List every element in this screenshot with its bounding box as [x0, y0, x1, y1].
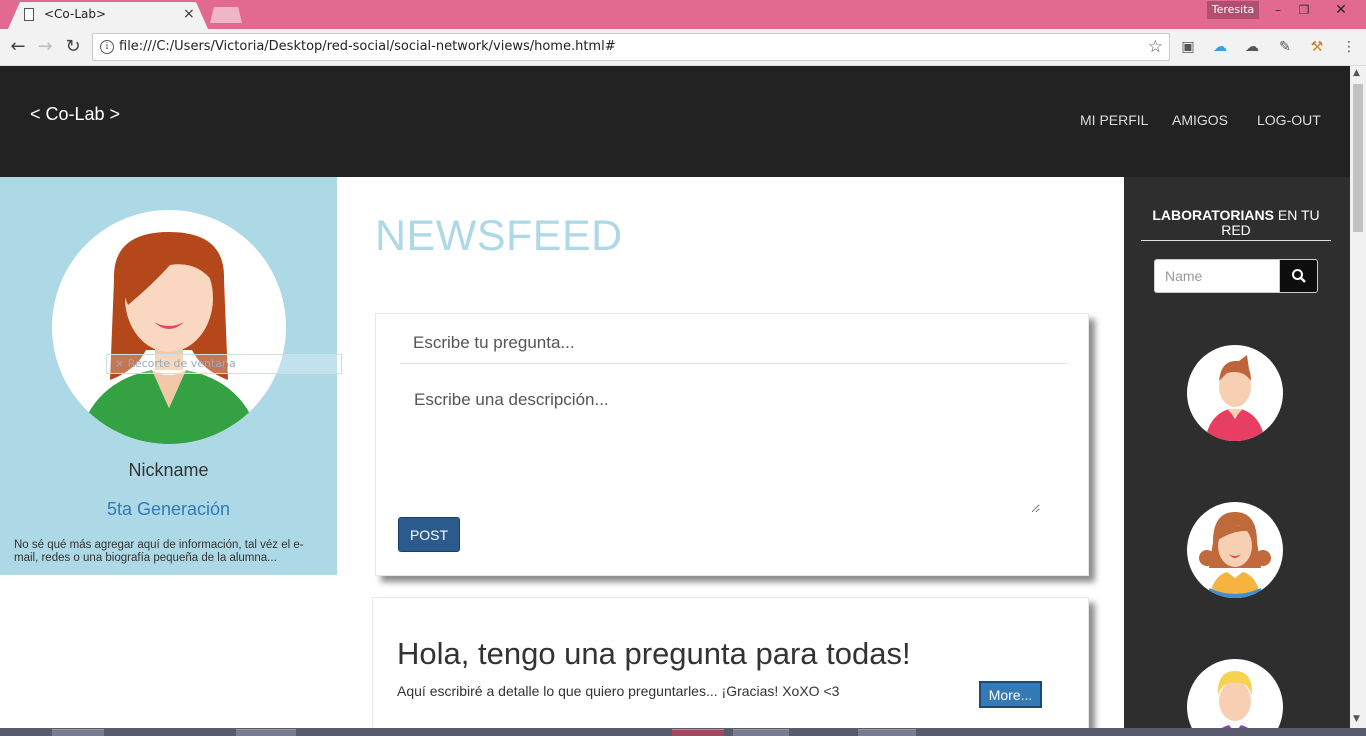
- taskbar-item[interactable]: [733, 729, 789, 736]
- snip-overlay-label: × Recorte de ventana: [106, 354, 342, 374]
- new-post-form: POST: [375, 313, 1089, 576]
- friend-search-input[interactable]: [1154, 259, 1279, 293]
- friend-avatar[interactable]: [1187, 502, 1283, 598]
- woman-avatar-icon: [84, 232, 254, 444]
- scrollbar-thumb[interactable]: [1353, 84, 1363, 232]
- url-text[interactable]: file:///C:/Users/Victoria/Desktop/red-so…: [119, 39, 616, 54]
- taskbar-item[interactable]: [858, 729, 916, 736]
- blonde-avatar-icon: [1217, 671, 1253, 728]
- friend-avatar[interactable]: [1187, 345, 1283, 441]
- nav-amigos[interactable]: AMIGOS: [1172, 112, 1228, 128]
- taskbar-item[interactable]: [672, 729, 724, 736]
- scroll-down-icon[interactable]: ▼: [1353, 714, 1360, 724]
- network-title: LABORATORIANS EN TU RED: [1141, 208, 1331, 238]
- question-input[interactable]: [400, 322, 1068, 364]
- description-textarea[interactable]: [400, 378, 1040, 513]
- browser-tab[interactable]: [8, 2, 208, 29]
- extension-cloud-dark-icon[interactable]: ☁: [1243, 38, 1261, 56]
- profile-generation[interactable]: 5ta Generación: [0, 499, 337, 520]
- restore-button[interactable]: ❐: [1291, 0, 1317, 20]
- girl-avatar-icon: [1199, 512, 1271, 598]
- search-icon: [1291, 268, 1306, 283]
- document-icon: [24, 8, 34, 21]
- forward-icon[interactable]: →: [35, 37, 55, 57]
- nav-mi-perfil[interactable]: MI PERFIL: [1080, 112, 1148, 128]
- browser-profile-name[interactable]: Teresita: [1207, 1, 1259, 19]
- address-bar[interactable]: i file:///C:/Users/Victoria/Desktop/red-…: [92, 33, 1170, 61]
- network-panel: LABORATORIANS EN TU RED: [1124, 177, 1350, 728]
- browser-tab-strip: <Co-Lab> × Teresita – ❐ ✕: [0, 0, 1366, 29]
- back-icon[interactable]: ←: [8, 37, 28, 57]
- boy-avatar-icon: [1205, 355, 1265, 441]
- post-body: Aquí escribiré a detalle lo que quiero p…: [397, 683, 840, 699]
- close-window-button[interactable]: ✕: [1318, 0, 1364, 20]
- bookmark-star-icon[interactable]: ☆: [1148, 37, 1163, 57]
- network-title-bold: LABORATORIANS: [1152, 207, 1274, 223]
- post-title: Hola, tengo una pregunta para todas!: [397, 636, 911, 671]
- taskbar-item[interactable]: [236, 729, 296, 736]
- new-tab-button[interactable]: [210, 7, 242, 23]
- user-avatar: [52, 210, 286, 444]
- extension-cast-icon[interactable]: ▣: [1179, 38, 1197, 56]
- profile-nickname: Nickname: [128, 460, 209, 480]
- minimize-button[interactable]: –: [1265, 0, 1291, 20]
- divider: [1141, 240, 1331, 241]
- tab-title: <Co-Lab>: [44, 7, 107, 21]
- profile-bio: No sé qué más agregar aquí de informació…: [14, 539, 304, 564]
- extension-eyedropper-icon[interactable]: ✎: [1276, 38, 1294, 56]
- browser-toolbar: ← → ↻ i file:///C:/Users/Victoria/Deskto…: [0, 29, 1366, 66]
- site-brand[interactable]: < Co-Lab >: [30, 104, 120, 125]
- reload-icon[interactable]: ↻: [63, 37, 83, 57]
- profile-panel: × Recorte de ventana Nickname 5ta Genera…: [0, 177, 342, 575]
- extension-hammer-icon[interactable]: ⚒: [1308, 38, 1326, 56]
- scroll-up-icon[interactable]: ▲: [1353, 68, 1360, 78]
- more-button[interactable]: More...: [979, 681, 1042, 708]
- tab-close-icon[interactable]: ×: [183, 6, 195, 22]
- info-icon[interactable]: i: [100, 40, 114, 54]
- newsfeed-title: NEWSFEED: [375, 212, 623, 260]
- nav-log-out[interactable]: LOG-OUT: [1257, 112, 1321, 128]
- taskbar-item[interactable]: [52, 729, 104, 736]
- os-taskbar: [0, 728, 1366, 736]
- web-page: < Co-Lab > MI PERFIL AMIGOS LOG-OUT × Re…: [0, 66, 1350, 728]
- post-button[interactable]: POST: [398, 517, 460, 552]
- page-scrollbar[interactable]: ▲ ▼: [1350, 66, 1366, 728]
- search-button[interactable]: [1279, 259, 1318, 293]
- browser-menu-icon[interactable]: ⋮: [1340, 38, 1358, 56]
- site-header: < Co-Lab > MI PERFIL AMIGOS LOG-OUT: [0, 66, 1350, 177]
- extension-cloud-icon[interactable]: ☁: [1211, 38, 1229, 56]
- friend-avatar[interactable]: [1187, 659, 1283, 728]
- post-card: Hola, tengo una pregunta para todas! Aqu…: [372, 597, 1089, 728]
